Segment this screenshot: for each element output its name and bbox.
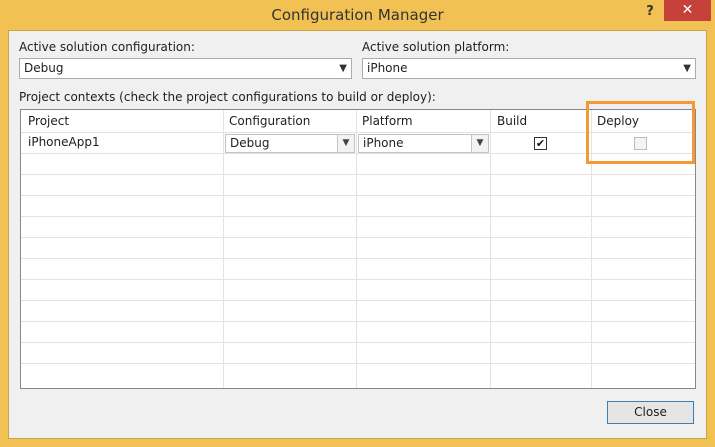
- dialog-client-area: Active solution configuration: Debug ▼ A…: [8, 30, 707, 439]
- deploy-column-highlight: [586, 101, 695, 164]
- active-platform-value: iPhone: [367, 61, 408, 75]
- grid-column-divider: [356, 110, 357, 388]
- grid-row-line: [21, 258, 695, 259]
- row-platform-combo[interactable]: iPhone ▼: [358, 134, 489, 153]
- grid-row-line: [21, 342, 695, 343]
- help-button[interactable]: ?: [640, 1, 660, 23]
- row-platform-value: iPhone: [363, 136, 404, 150]
- grid-column-divider: [490, 110, 491, 388]
- grid-row-line: [21, 216, 695, 217]
- active-config-combo[interactable]: Debug ▼: [19, 58, 352, 79]
- active-platform-label: Active solution platform:: [362, 40, 510, 54]
- window-close-button[interactable]: ✕: [664, 0, 711, 21]
- column-header-build[interactable]: Build: [497, 110, 527, 132]
- chevron-down-icon: ▼: [339, 63, 347, 74]
- grid-row-line: [21, 279, 695, 280]
- project-name-cell: iPhoneApp1: [28, 135, 100, 149]
- close-icon: ✕: [681, 2, 694, 18]
- grid-row-line: [21, 174, 695, 175]
- grid-row-line: [21, 321, 695, 322]
- chevron-down-icon: ▼: [471, 135, 488, 152]
- row-configuration-value: Debug: [230, 136, 270, 150]
- checkmark-icon: ✔: [535, 137, 546, 150]
- row-configuration-combo[interactable]: Debug ▼: [225, 134, 355, 153]
- project-contexts-label: Project contexts (check the project conf…: [19, 90, 436, 104]
- active-config-label: Active solution configuration:: [19, 40, 195, 54]
- column-header-platform[interactable]: Platform: [362, 110, 413, 132]
- close-button[interactable]: Close: [607, 401, 694, 424]
- window-frame: Configuration Manager ? ✕ Active solutio…: [0, 0, 715, 447]
- grid-row-line: [21, 300, 695, 301]
- grid-column-divider: [223, 110, 224, 388]
- window-title: Configuration Manager: [271, 6, 444, 24]
- column-header-configuration[interactable]: Configuration: [229, 110, 310, 132]
- title-bar: Configuration Manager ? ✕: [0, 0, 715, 30]
- chevron-down-icon: ▼: [337, 135, 354, 152]
- grid-row-line: [21, 195, 695, 196]
- grid-row-line: [21, 363, 695, 364]
- build-checkbox[interactable]: ✔: [534, 137, 547, 150]
- column-header-project[interactable]: Project: [28, 110, 69, 132]
- active-config-value: Debug: [24, 61, 64, 75]
- grid-row-line: [21, 237, 695, 238]
- chevron-down-icon: ▼: [683, 63, 691, 74]
- active-platform-combo[interactable]: iPhone ▼: [362, 58, 696, 79]
